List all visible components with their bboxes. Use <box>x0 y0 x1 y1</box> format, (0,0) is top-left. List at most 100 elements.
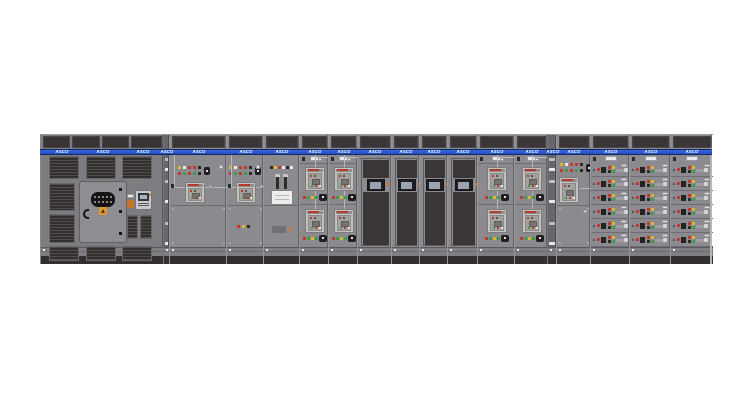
controller-button-row[interactable] <box>138 205 149 206</box>
pilot-light[interactable] <box>612 240 615 243</box>
pilot-light[interactable] <box>332 237 335 240</box>
handle-tip[interactable] <box>663 168 667 172</box>
handle-tip[interactable] <box>624 168 628 172</box>
pilot-light[interactable] <box>528 237 531 240</box>
pilot-light[interactable] <box>692 240 695 243</box>
handle-tip[interactable] <box>704 168 708 172</box>
breaker-open-light[interactable] <box>569 197 571 199</box>
reset-button[interactable] <box>636 168 639 171</box>
pilot-light[interactable] <box>651 194 654 197</box>
pilot-light[interactable] <box>307 237 310 240</box>
mcc-feeder-unit[interactable] <box>630 163 671 177</box>
pilot-light[interactable] <box>692 208 695 211</box>
handle-tip[interactable] <box>704 224 708 228</box>
reset-button[interactable] <box>597 196 600 199</box>
handle-tip[interactable] <box>704 182 708 186</box>
handle-tip[interactable] <box>663 196 667 200</box>
reset-button[interactable] <box>636 210 639 213</box>
circuit-breaker[interactable] <box>487 209 507 233</box>
breaker-open-light[interactable] <box>315 227 317 229</box>
pilot-light[interactable] <box>647 166 650 169</box>
mcc-feeder-unit[interactable] <box>591 205 630 219</box>
pilot-light[interactable] <box>278 166 281 169</box>
pilot-light[interactable] <box>570 163 573 166</box>
pilot-light[interactable] <box>651 208 654 211</box>
pilot-light[interactable] <box>651 198 654 201</box>
pilot-light[interactable] <box>608 208 611 211</box>
pilot-light[interactable] <box>688 236 691 239</box>
pilot-light[interactable] <box>688 240 691 243</box>
control-switch[interactable] <box>319 235 327 242</box>
pilot-light[interactable] <box>692 198 695 201</box>
metering-panel[interactable] <box>271 190 293 205</box>
reset-button[interactable] <box>677 238 680 241</box>
pilot-light[interactable] <box>249 166 252 169</box>
pilot-light[interactable] <box>303 196 306 199</box>
pilot-light[interactable] <box>612 236 615 239</box>
handle-tip[interactable] <box>704 210 708 214</box>
door-handle[interactable] <box>83 209 89 219</box>
pilot-light[interactable] <box>692 222 695 225</box>
pilot-light[interactable] <box>489 196 492 199</box>
circuit-breaker[interactable] <box>305 209 325 233</box>
pilot-light[interactable] <box>651 212 654 215</box>
breaker-open-light[interactable] <box>246 197 248 199</box>
pilot-light[interactable] <box>239 166 242 169</box>
hmi-display[interactable] <box>398 179 416 191</box>
mcc-feeder-unit[interactable] <box>671 219 713 233</box>
ats-controller[interactable] <box>135 190 152 210</box>
pilot-light[interactable] <box>290 166 293 169</box>
control-switch[interactable] <box>501 235 509 242</box>
reset-button[interactable] <box>677 210 680 213</box>
reset-button[interactable] <box>677 182 680 185</box>
pilot-light[interactable] <box>651 180 654 183</box>
pilot-light[interactable] <box>647 236 650 239</box>
pilot-light[interactable] <box>485 237 488 240</box>
breaker-closed-light[interactable] <box>528 185 530 187</box>
pilot-light[interactable] <box>688 180 691 183</box>
pilot-light[interactable] <box>651 166 654 169</box>
pilot-light[interactable] <box>198 166 201 169</box>
pilot-light[interactable] <box>234 172 237 175</box>
hmi-display[interactable] <box>426 179 444 191</box>
pilot-light[interactable] <box>493 237 496 240</box>
pilot-light[interactable] <box>608 222 611 225</box>
pilot-light[interactable] <box>242 225 245 228</box>
control-switch[interactable] <box>204 167 210 175</box>
circuit-breaker[interactable] <box>522 209 542 233</box>
handle-tip[interactable] <box>624 196 628 200</box>
pilot-light[interactable] <box>303 237 306 240</box>
pilot-light[interactable] <box>608 226 611 229</box>
pilot-light[interactable] <box>565 169 568 172</box>
breaker-open-light[interactable] <box>497 227 499 229</box>
pilot-light[interactable] <box>651 240 654 243</box>
pilot-light[interactable] <box>344 196 347 199</box>
control-switch[interactable] <box>348 194 356 201</box>
pilot-light[interactable] <box>565 163 568 166</box>
breaker-closed-light[interactable] <box>528 227 530 229</box>
pilot-light[interactable] <box>647 194 650 197</box>
pilot-light[interactable] <box>340 196 343 199</box>
pilot-light[interactable] <box>612 198 615 201</box>
control-switch[interactable] <box>348 235 356 242</box>
circuit-breaker[interactable] <box>487 167 507 191</box>
mcc-feeder-unit[interactable] <box>630 177 671 191</box>
controller-button-row[interactable] <box>138 203 149 204</box>
pilot-light[interactable] <box>612 184 615 187</box>
pilot-light[interactable] <box>651 222 654 225</box>
pilot-light[interactable] <box>239 172 242 175</box>
pilot-light[interactable] <box>570 169 573 172</box>
mcc-feeder-unit[interactable] <box>671 177 713 191</box>
pilot-light[interactable] <box>532 196 535 199</box>
pilot-light[interactable] <box>692 212 695 215</box>
mcc-feeder-unit[interactable] <box>591 177 630 191</box>
breaker-closed-light[interactable] <box>191 197 193 199</box>
handle-tip[interactable] <box>663 182 667 186</box>
pilot-light[interactable] <box>608 212 611 215</box>
pilot-light[interactable] <box>244 172 247 175</box>
handle-tip[interactable] <box>663 210 667 214</box>
pilot-light[interactable] <box>692 236 695 239</box>
breaker-open-light[interactable] <box>315 185 317 187</box>
pilot-light[interactable] <box>647 208 650 211</box>
pilot-light[interactable] <box>651 170 654 173</box>
